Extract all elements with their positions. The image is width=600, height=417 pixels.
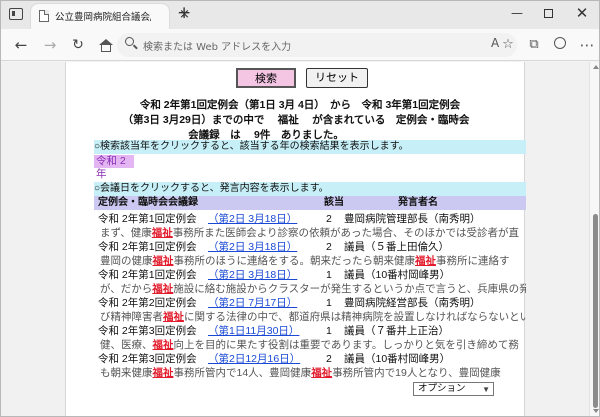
hit-count: 2 <box>326 213 332 225</box>
session-name: 令和 2年第1回定例会 <box>98 269 197 281</box>
search-button[interactable]: 検索 <box>236 68 296 88</box>
excerpt: 豊岡の健康福祉事務所のほうに連絡をする。朝来だったら朝来健康福祉事務所に連絡す <box>100 255 510 267</box>
header-speaker: 発言者名 <box>398 197 438 208</box>
table-row: 令和 2年第1回定例会 （第2日 3月18日） 2 議員（５番上田倫久） <box>94 240 526 254</box>
meeting-day-link[interactable]: （第2日 3月18日） <box>208 268 297 282</box>
back-button[interactable]: ← <box>10 35 32 55</box>
address-placeholder: 検索または Web アドレスを入力 <box>143 42 292 53</box>
browser-toolbar: ← → ↻ 検索または Web アドレスを入力 A ☆ ⧉ ⋯ <box>1 29 599 61</box>
speaker-name: 議員（10番村岡峰男） <box>344 353 451 365</box>
meeting-day-link[interactable]: （第2日 3月18日） <box>208 212 297 226</box>
table-row: 令和 2年第1回定例会 （第2日 3月18日） 2 豊岡病院管理部長（南秀明） <box>94 212 526 226</box>
session-name: 令和 2年第2回定例会 <box>98 297 197 309</box>
speaker-name: 豊岡病院管理部長（南秀明） <box>344 213 481 225</box>
table-row: 令和 2年第3回定例会 （第1日11月30日） 1 議員（７番井上正治） <box>94 324 526 338</box>
page-scrollbar[interactable] <box>589 62 599 416</box>
options-select[interactable]: オプション ▼ <box>413 382 494 396</box>
excerpt: び精神障害者福祉に関する法律の中で、都道府県は精神病院を設置しなければならないと… <box>100 311 526 323</box>
session-name: 令和 2年第3回定例会 <box>98 325 197 337</box>
page-icon <box>39 10 49 22</box>
reading-view-icon[interactable]: A <box>491 36 499 50</box>
day-hint: ○会議日をクリックすると、発言内容を表示します。 <box>94 182 526 196</box>
page-content: 検索 リセット 令和 2年第1回定例会（第1日 3月 4日） から 令和 3年第… <box>65 62 526 416</box>
tab-actions-icon[interactable] <box>9 8 23 20</box>
summary-line-2: （第3日 3月29日）までの中で 福祉 が含まれている 定例会・臨時会 <box>122 114 470 126</box>
header-count: 該当 <box>324 197 344 208</box>
table-row: 令和 2年第3回定例会 （第2日12月16日） 2 議員（10番村岡峰男） <box>94 352 526 366</box>
refresh-button[interactable]: ↻ <box>67 35 89 55</box>
speaker-name: 議員（10番村岡峰男） <box>344 269 451 281</box>
hit-count: 2 <box>326 353 332 365</box>
meeting-day-link[interactable]: （第2日12月16日） <box>208 352 300 366</box>
favorites-icon[interactable]: ☆ <box>499 37 517 53</box>
hit-count: 1 <box>326 269 332 281</box>
summary-line-1: 令和 2年第1回定例会（第1日 3月 4日） から 令和 3年第1回定例会 <box>139 99 461 111</box>
profile-icon[interactable] <box>551 37 569 53</box>
chevron-down-icon: ▼ <box>482 385 490 394</box>
scroll-thumb[interactable] <box>593 214 598 408</box>
table-row: 令和 2年第1回定例会 （第2日 3月18日） 1 議員（10番村岡峰男） <box>94 268 526 282</box>
excerpt: 健、医療、福祉向上を目的に果たす役割は重要であります。しっかりと気を引き締めて務 <box>100 339 519 351</box>
browser-window: 公立豊岡病院組合議会/会議録検索 × + — ✕ ← → ↻ 検索または Web… <box>0 0 600 417</box>
speaker-name: 議員（７番井上正治） <box>344 325 449 337</box>
search-icon <box>125 37 134 46</box>
collections-icon[interactable]: ⧉ <box>525 37 543 53</box>
results-header: 定例会・臨時会会議録 該当 発言者名 <box>94 196 526 210</box>
table-row: 令和 2年第2回定例会 （第2日 7月17日） 1 豊岡病院経営部長（南秀明） <box>94 296 526 310</box>
scroll-down-icon[interactable] <box>593 409 599 413</box>
hit-count: 2 <box>326 241 332 253</box>
address-bar[interactable]: 検索または Web アドレスを入力 A <box>117 33 517 57</box>
keyword-highlight: 福祉 <box>415 255 436 267</box>
year-link-reiwa-2[interactable]: 令和 2年 <box>94 155 134 180</box>
session-name: 令和 2年第1回定例会 <box>98 241 197 253</box>
tab-title: 公立豊岡病院組合議会/会議録検索 <box>55 12 151 23</box>
header-session: 定例会・臨時会会議録 <box>98 197 198 208</box>
keyword-highlight: 福祉 <box>163 311 184 323</box>
excerpt: も朝来健康福祉事務所管内で14人、豊岡健康福祉事務所管内で19人となり、豊岡健康 <box>100 367 501 379</box>
keyword-highlight: 福祉 <box>152 339 174 351</box>
session-name: 令和 2年第3回定例会 <box>98 353 197 365</box>
tab-strip: 公立豊岡病院組合議会/会議録検索 × + — ✕ <box>1 1 599 29</box>
reset-button[interactable]: リセット <box>306 68 368 88</box>
hit-count: 1 <box>326 325 332 337</box>
excerpt: まず、健康福祉事務所また医師会より診察の依頼があった場合、そのほかでは受診者が直 <box>100 227 520 239</box>
speaker-name: 豊岡病院経営部長（南秀明） <box>344 297 481 309</box>
maximize-icon <box>543 9 553 18</box>
page-viewport: 検索 リセット 令和 2年第1回定例会（第1日 3月 4日） から 令和 3年第… <box>1 62 589 416</box>
more-icon[interactable]: ⋯ <box>578 37 596 53</box>
minimize-button[interactable]: — <box>502 4 532 24</box>
year-hint: ○検索該当年をクリックすると、該当する年の検索結果を表示します。 <box>94 140 526 154</box>
new-tab-button[interactable]: + <box>177 4 191 22</box>
meeting-day-link[interactable]: （第2日 7月17日） <box>208 296 297 310</box>
session-name: 令和 2年第1回定例会 <box>98 213 197 225</box>
home-button[interactable] <box>95 35 117 55</box>
forward-button[interactable]: → <box>39 35 61 55</box>
meeting-day-link[interactable]: （第2日 3月18日） <box>208 240 297 254</box>
keyword-highlight: 福祉 <box>152 367 174 379</box>
keyword-highlight: 福祉 <box>311 367 333 379</box>
close-window-button[interactable]: ✕ <box>567 4 597 24</box>
hit-count: 1 <box>326 297 332 309</box>
scroll-up-icon[interactable] <box>593 65 599 69</box>
speaker-name: 議員（５番上田倫久） <box>344 241 449 253</box>
active-tab[interactable]: 公立豊岡病院組合議会/会議録検索 × <box>31 4 190 29</box>
keyword-highlight: 福祉 <box>151 227 173 239</box>
keyword-highlight: 福祉 <box>152 255 174 267</box>
maximize-button[interactable] <box>533 4 563 24</box>
excerpt: が、だから福祉施設に絡む施設からクラスターが発生するというか点で言うと、兵庫県の… <box>100 283 526 295</box>
meeting-day-link[interactable]: （第1日11月30日） <box>208 324 299 338</box>
keyword-highlight: 福祉 <box>152 283 174 295</box>
